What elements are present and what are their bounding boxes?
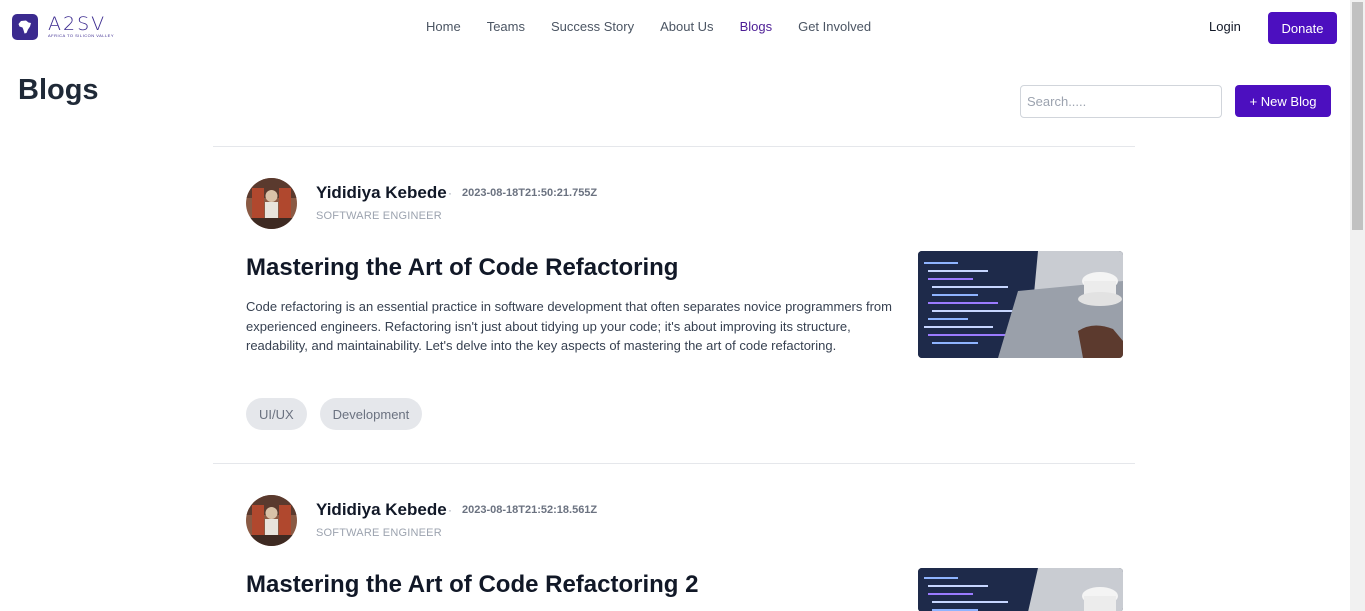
donate-button[interactable]: Donate bbox=[1268, 12, 1337, 44]
post-date: 2023-08-18T21:50:21.755Z bbox=[462, 187, 598, 199]
author-role: SOFTWARE ENGINEER bbox=[316, 210, 442, 222]
author-name[interactable]: Yididiya Kebede bbox=[316, 183, 447, 203]
nav-about-us[interactable]: About Us bbox=[660, 19, 713, 34]
tag-chip[interactable]: UI/UX bbox=[246, 398, 307, 430]
divider bbox=[213, 463, 1135, 464]
avatar bbox=[246, 495, 297, 546]
post-title[interactable]: Mastering the Art of Code Refactoring bbox=[246, 254, 678, 282]
avatar bbox=[246, 178, 297, 229]
post-thumbnail[interactable] bbox=[918, 251, 1123, 358]
scrollbar[interactable] bbox=[1350, 0, 1365, 611]
separator-dot: · bbox=[448, 503, 452, 517]
brand-name: A2SV bbox=[48, 13, 107, 35]
page-title: Blogs bbox=[18, 74, 99, 106]
login-link[interactable]: Login bbox=[1209, 19, 1241, 34]
divider bbox=[213, 146, 1135, 147]
scrollbar-thumb[interactable] bbox=[1352, 2, 1363, 230]
new-blog-button[interactable]: + New Blog bbox=[1235, 85, 1331, 117]
post-date: 2023-08-18T21:52:18.561Z bbox=[462, 504, 598, 516]
nav-teams[interactable]: Teams bbox=[487, 19, 525, 34]
nav-success-story[interactable]: Success Story bbox=[551, 19, 634, 34]
nav-home[interactable]: Home bbox=[426, 19, 461, 34]
brand-logo[interactable]: A2SV AFRICA TO SILICON VALLEY bbox=[12, 14, 114, 40]
post-excerpt: Code refactoring is an essential practic… bbox=[246, 299, 892, 353]
nav-get-involved[interactable]: Get Involved bbox=[798, 19, 871, 34]
navbar: A2SV AFRICA TO SILICON VALLEY Home Teams… bbox=[0, 0, 1350, 56]
separator-dot: · bbox=[448, 186, 452, 200]
nav-blogs[interactable]: Blogs bbox=[740, 19, 773, 34]
search-input[interactable] bbox=[1020, 85, 1222, 118]
blog-card[interactable]: Yididiya Kebede · 2023-08-18T21:52:18.56… bbox=[246, 495, 1126, 611]
brand-tagline: AFRICA TO SILICON VALLEY bbox=[48, 33, 115, 38]
post-thumbnail[interactable] bbox=[918, 568, 1123, 611]
tag-list: UI/UX Development bbox=[246, 398, 423, 430]
africa-map-icon bbox=[12, 14, 38, 40]
tag-chip[interactable]: Development bbox=[319, 398, 423, 430]
author-role: SOFTWARE ENGINEER bbox=[316, 527, 442, 539]
blog-card[interactable]: Yididiya Kebede · 2023-08-18T21:50:21.75… bbox=[246, 178, 1126, 438]
main-nav: Home Teams Success Story About Us Blogs … bbox=[426, 19, 897, 34]
author-name[interactable]: Yididiya Kebede bbox=[316, 500, 447, 520]
post-title[interactable]: Mastering the Art of Code Refactoring 2 bbox=[246, 571, 698, 599]
